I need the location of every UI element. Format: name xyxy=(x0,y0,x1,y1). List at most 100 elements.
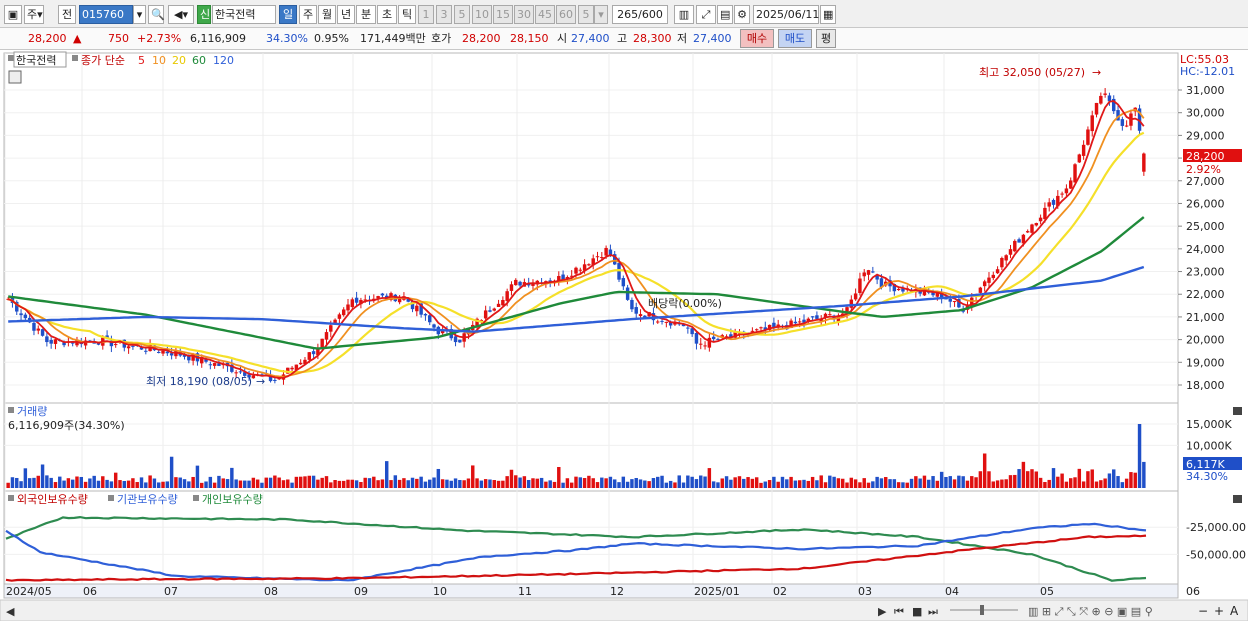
scroll-right-icon[interactable]: ▶ xyxy=(878,605,887,618)
gear-icon[interactable]: ⚙ xyxy=(734,5,750,24)
candle-body xyxy=(772,322,776,328)
volume-bar xyxy=(298,476,303,488)
candle-body xyxy=(415,305,419,312)
rewind-icon[interactable]: ⏮ xyxy=(894,605,904,618)
volume-bar xyxy=(191,476,195,488)
candle-body xyxy=(978,287,983,293)
volume-bar xyxy=(1060,473,1064,488)
volume-bar xyxy=(544,481,548,488)
tf-week[interactable]: 주 xyxy=(299,5,317,24)
volume-bar xyxy=(793,480,798,488)
hold-close-icon[interactable] xyxy=(1233,495,1242,503)
calendar-icon[interactable]: ▦ xyxy=(820,5,836,24)
interval-60[interactable]: 60 xyxy=(556,5,576,24)
count-field[interactable]: 265/600 xyxy=(612,5,668,24)
candle-body xyxy=(604,247,608,256)
tf-minute[interactable]: 분 xyxy=(356,5,376,24)
tf-year[interactable]: 년 xyxy=(337,5,355,24)
volume-bar xyxy=(742,478,746,488)
price-tick-label: 31,000 xyxy=(1186,84,1225,97)
interval-1[interactable]: 1 xyxy=(418,5,434,24)
auto-icon[interactable]: A xyxy=(1230,604,1239,618)
code-dropdown-icon[interactable]: ▾ xyxy=(133,5,146,24)
tf-month[interactable]: 월 xyxy=(318,5,336,24)
tool-icons[interactable]: ▥ ⊞ ⤢ ⤡ ⤧ ⊕ ⊖ ▣ ▤ ⚲ xyxy=(1028,605,1153,618)
search-icon[interactable]: 🔍 xyxy=(148,5,165,24)
interval-3[interactable]: 3 xyxy=(436,5,452,24)
tf-tick[interactable]: 틱 xyxy=(398,5,416,24)
hold-legend-marker-2 xyxy=(108,495,114,501)
interval-10[interactable]: 10 xyxy=(472,5,492,24)
stop-icon[interactable]: ■ xyxy=(912,605,922,618)
volume-bar xyxy=(169,456,174,488)
candle-body xyxy=(987,277,991,283)
volume-bar xyxy=(393,475,398,488)
crosshair-icon[interactable]: ⤢ xyxy=(696,5,716,24)
legend-ma5: 5 xyxy=(138,54,145,67)
speaker-icon[interactable]: ◀▾ xyxy=(168,5,194,24)
interval-5[interactable]: 5 xyxy=(454,5,470,24)
volume-bar xyxy=(991,481,996,488)
volume-bar xyxy=(1086,471,1090,488)
window-menu-icon[interactable]: ▣ xyxy=(4,5,22,24)
interval-45[interactable]: 45 xyxy=(535,5,555,24)
table-icon[interactable] xyxy=(8,70,22,84)
volume-bar xyxy=(350,479,355,488)
volume-bar xyxy=(1000,479,1004,488)
volume-bar xyxy=(918,478,922,488)
interval-15[interactable]: 15 xyxy=(493,5,513,24)
tf-day[interactable]: 일 xyxy=(279,5,297,24)
volume-bar xyxy=(49,477,53,488)
zoom-out-icon[interactable]: − xyxy=(1198,604,1208,618)
volume-bar xyxy=(6,482,10,488)
vol-close-icon[interactable] xyxy=(1233,407,1242,415)
candle-body xyxy=(329,325,333,332)
candle-body xyxy=(320,338,324,348)
vol-pct-tag-text: 34.30% xyxy=(1186,470,1228,483)
volume-bar xyxy=(612,479,617,488)
interval-30[interactable]: 30 xyxy=(514,5,534,24)
tf-second[interactable]: 초 xyxy=(377,5,397,24)
forward-icon[interactable]: ⏭ xyxy=(928,605,938,618)
volume-bar xyxy=(901,482,905,488)
candle-body xyxy=(1030,224,1034,233)
volume-bar xyxy=(1064,481,1069,488)
eval-button[interactable]: 평 xyxy=(816,29,836,48)
quote-turnover: 0.95% xyxy=(314,32,349,45)
x-label: 12 xyxy=(610,585,624,598)
zoom-handle[interactable] xyxy=(980,605,984,615)
volume-bar xyxy=(200,482,204,488)
price-tick-label: 27,000 xyxy=(1186,175,1225,188)
candle-body xyxy=(290,367,294,370)
low-label: 저 xyxy=(677,32,688,45)
volume-bar xyxy=(591,478,595,488)
sell-button[interactable]: 매도 xyxy=(778,29,812,48)
price-tick-label: 29,000 xyxy=(1186,129,1225,142)
buy-button[interactable]: 매수 xyxy=(740,29,774,48)
stock-code-input[interactable]: 015760 xyxy=(79,5,133,24)
scroll-left-icon[interactable]: ◀ xyxy=(6,605,15,618)
high-label: 고 xyxy=(617,32,628,45)
price-tick-label: 24,000 xyxy=(1186,243,1225,256)
candle-body xyxy=(828,314,832,316)
date-field[interactable]: 2025/06/11 xyxy=(753,5,819,24)
volume-bar xyxy=(724,476,729,488)
new-badge: 신 xyxy=(197,5,211,24)
candle-body xyxy=(664,321,669,323)
volume-bar xyxy=(458,479,462,488)
period-select[interactable]: 주▾ xyxy=(24,5,44,24)
candle-body xyxy=(797,321,802,323)
x-label: 08 xyxy=(264,585,278,598)
volume-bar xyxy=(578,477,583,488)
candle-type-icon[interactable]: ▥ xyxy=(674,5,694,24)
zoom-in-icon[interactable]: + xyxy=(1214,604,1224,618)
volume-bar xyxy=(587,475,591,488)
interval-dropdown-icon[interactable]: ▾ xyxy=(594,5,608,24)
save-icon[interactable]: ▤ xyxy=(717,5,733,24)
volume-bar xyxy=(1137,424,1142,488)
interval-custom[interactable]: 5 xyxy=(578,5,594,24)
volume-bar xyxy=(785,479,789,488)
all-toggle[interactable]: 전 xyxy=(58,5,76,24)
candle-body xyxy=(453,336,458,343)
volume-bar xyxy=(436,468,441,488)
